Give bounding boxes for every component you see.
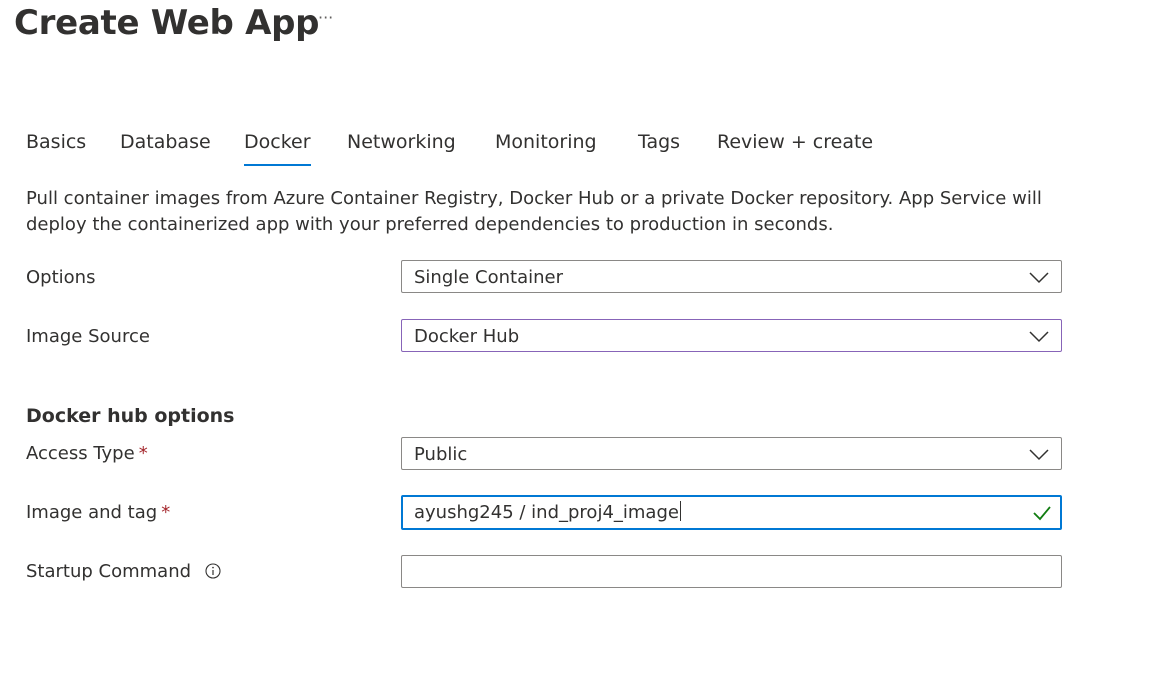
chevron-down-icon <box>1029 272 1049 284</box>
tab-networking[interactable]: Networking <box>347 126 456 158</box>
docker-hub-options-heading: Docker hub options <box>26 405 235 427</box>
image-source-dropdown[interactable]: Docker Hub <box>401 319 1062 352</box>
options-dropdown[interactable]: Single Container <box>401 260 1062 293</box>
page-title: Create Web App <box>14 3 320 43</box>
image-and-tag-text: ayushg245 / ind_proj4_image <box>414 502 679 523</box>
access-type-label: Access Type * <box>26 441 148 467</box>
image-and-tag-label-text: Image and tag <box>26 502 158 523</box>
checkmark-icon <box>1033 506 1051 521</box>
startup-command-label: Startup Command <box>26 559 221 585</box>
create-web-app-page: Create Web App ··· Basics Database Docke… <box>0 0 1165 681</box>
tab-tags[interactable]: Tags <box>638 126 680 158</box>
docker-tab-description: Pull container images from Azure Contain… <box>26 188 1042 235</box>
image-and-tag-label: Image and tag * <box>26 500 170 526</box>
info-icon[interactable] <box>205 563 221 579</box>
text-cursor <box>679 501 681 521</box>
options-label: Options <box>26 267 96 288</box>
startup-command-label-text: Startup Command <box>26 561 192 582</box>
image-and-tag-value: ayushg245 / ind_proj4_image <box>414 497 681 528</box>
chevron-down-icon <box>1029 449 1049 461</box>
image-source-label: Image Source <box>26 326 150 347</box>
access-type-label-text: Access Type <box>26 443 135 464</box>
chevron-down-icon <box>1029 331 1049 343</box>
tab-basics[interactable]: Basics <box>26 126 86 158</box>
required-marker: * <box>161 502 171 523</box>
tab-monitoring[interactable]: Monitoring <box>495 126 597 158</box>
more-options-button[interactable]: ··· <box>318 8 333 27</box>
required-marker: * <box>138 443 148 464</box>
options-selected-value: Single Container <box>414 267 564 288</box>
tab-review-create[interactable]: Review + create <box>717 126 873 158</box>
image-and-tag-input[interactable]: ayushg245 / ind_proj4_image <box>401 495 1062 530</box>
startup-command-input[interactable] <box>401 555 1062 588</box>
access-type-selected-value: Public <box>414 444 468 465</box>
access-type-dropdown[interactable]: Public <box>401 437 1062 470</box>
tab-docker[interactable]: Docker <box>244 126 311 166</box>
image-source-selected-value: Docker Hub <box>414 326 520 347</box>
tab-database[interactable]: Database <box>120 126 211 158</box>
